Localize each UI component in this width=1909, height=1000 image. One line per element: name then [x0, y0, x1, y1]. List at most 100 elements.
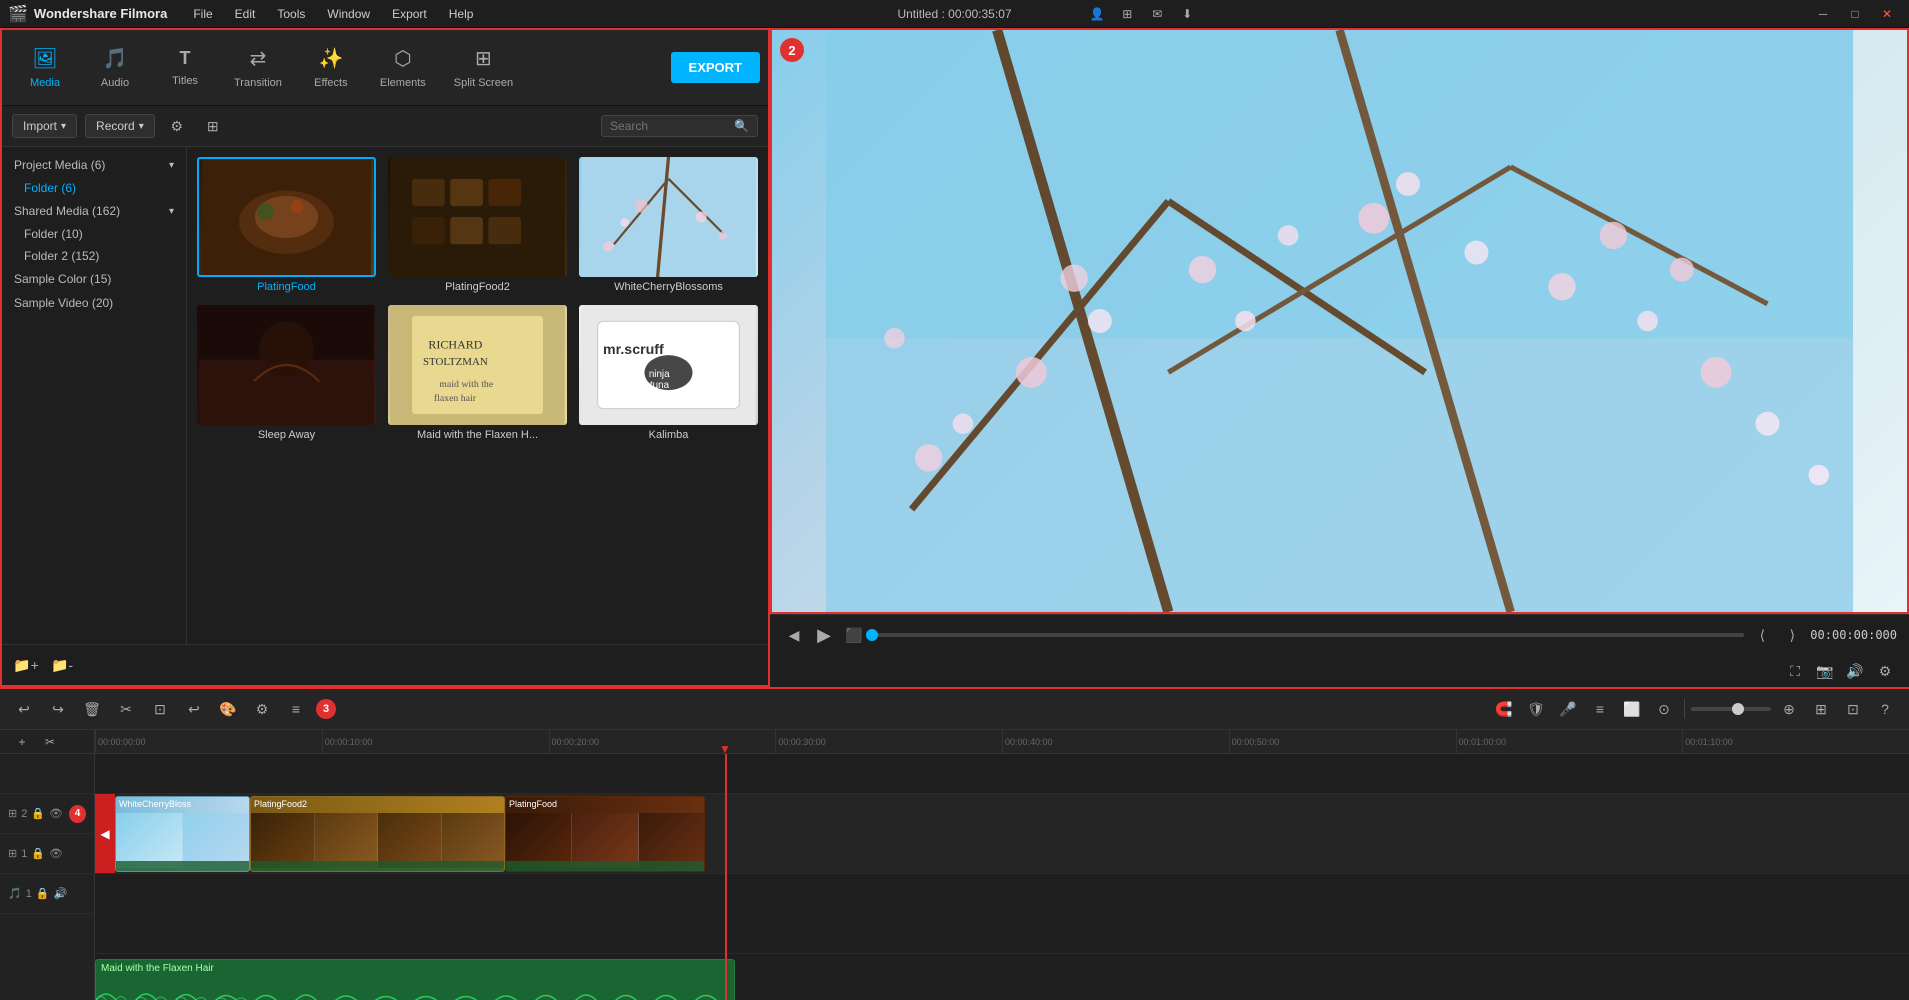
- screenshot-icon[interactable]: 📷: [1813, 659, 1837, 683]
- delete-folder-icon[interactable]: 📁-: [48, 651, 76, 679]
- minimize-btn[interactable]: ─: [1809, 0, 1837, 28]
- sub-toolbar: Import ▾ Record ▾ ⚙ ⊞ 🔍: [2, 106, 768, 147]
- sidebar-item-sample-video[interactable]: Sample Video (20): [2, 291, 186, 315]
- zoom-in-icon[interactable]: ⊡: [1839, 695, 1867, 723]
- menu-window[interactable]: Window: [317, 4, 380, 24]
- track2-eye-icon[interactable]: 👁: [49, 807, 63, 820]
- adjust-btn[interactable]: ⚙: [248, 695, 276, 723]
- menu-tools[interactable]: Tools: [267, 4, 315, 24]
- mail-icon[interactable]: ✉: [1143, 0, 1171, 28]
- bracket-right-icon[interactable]: ⟩: [1780, 623, 1804, 647]
- redo-btn[interactable]: ↪: [44, 695, 72, 723]
- audio1-lock-icon[interactable]: 🔒: [36, 887, 50, 900]
- audio-adjust-btn[interactable]: ↩: [180, 695, 208, 723]
- shield-icon[interactable]: 🛡: [1522, 695, 1550, 723]
- search-icon[interactable]: 🔍: [734, 119, 749, 133]
- voice-over-icon[interactable]: ≡: [1586, 695, 1614, 723]
- elements-tab-icon: ⬡: [394, 46, 411, 71]
- track1-lock-icon[interactable]: 🔒: [31, 847, 45, 860]
- volume-icon[interactable]: 🔊: [1843, 659, 1867, 683]
- fit-icon[interactable]: ⊞: [1807, 695, 1835, 723]
- fullscreen-icon[interactable]: ⛶: [1783, 659, 1807, 683]
- media-item-kalimba[interactable]: ♪ mr.scruff ninja tuna Kalimba: [579, 305, 758, 441]
- clip-cherry-blossoms[interactable]: WhiteCherryBloss: [115, 796, 250, 872]
- thumbnail-platingfood2[interactable]: ⊞ ✓: [388, 157, 567, 277]
- thumbnail-kalimba[interactable]: ♪ mr.scruff ninja tuna: [579, 305, 758, 425]
- preview-badge: 2: [780, 38, 804, 62]
- search-input[interactable]: [610, 119, 730, 133]
- media-item-sleep[interactable]: ♪ Sleep Away: [197, 305, 376, 441]
- thumbnail-sleep[interactable]: ♪: [197, 305, 376, 425]
- sidebar-item-shared-media[interactable]: Shared Media (162) ▾: [2, 199, 186, 223]
- record-button[interactable]: Record ▾: [85, 114, 155, 138]
- sidebar-item-project-media[interactable]: Project Media (6) ▾: [2, 153, 186, 177]
- download-icon[interactable]: ⬇: [1173, 0, 1201, 28]
- subtitle-icon[interactable]: ⬜: [1618, 695, 1646, 723]
- sidebar-item-sample-color[interactable]: Sample Color (15): [2, 267, 186, 291]
- settings-preview-icon[interactable]: ⚙: [1873, 659, 1897, 683]
- tab-elements[interactable]: ⬡ Elements: [366, 40, 440, 95]
- filter-icon[interactable]: ⚙: [163, 112, 191, 140]
- crop-btn[interactable]: ⊡: [146, 695, 174, 723]
- thumbnail-platingfood[interactable]: ⊞ ✓: [197, 157, 376, 277]
- panel-body: Project Media (6) ▾ Folder (6) Shared Me…: [2, 147, 768, 644]
- audio1-speaker-icon[interactable]: 🔊: [54, 887, 68, 900]
- prev-frame-btn[interactable]: ◀: [782, 623, 806, 647]
- layout-icon[interactable]: ⊞: [1113, 0, 1141, 28]
- play-btn[interactable]: ▶: [812, 623, 836, 647]
- sidebar-item-folder10[interactable]: Folder (10): [2, 223, 186, 245]
- thumbnail-cherry[interactable]: ⊞ ✓: [579, 157, 758, 277]
- zoom-out-icon[interactable]: ⊕: [1775, 695, 1803, 723]
- add-track-icon[interactable]: +: [8, 730, 36, 756]
- progress-bar[interactable]: [872, 633, 1744, 637]
- menu-edit[interactable]: Edit: [225, 4, 266, 24]
- clip-plating-food2[interactable]: PlatingFood2: [250, 796, 505, 872]
- tab-media[interactable]: 🖼 Media: [10, 40, 80, 95]
- thumbnail-maid[interactable]: ♪ ✓ RICHARD STOLTZMAN maid with the flax…: [388, 305, 567, 425]
- playhead[interactable]: [725, 754, 727, 1000]
- timeline-tracks: 00:00:00:00 00:00:10:00 00:00:20:00 00:0…: [95, 730, 1909, 1000]
- new-folder-icon[interactable]: 📁+: [12, 651, 40, 679]
- undo-btn[interactable]: ↩: [10, 695, 38, 723]
- media-item-platingfood2[interactable]: ⊞ ✓ PlatingF: [388, 157, 567, 293]
- tab-audio[interactable]: 🎵 Audio: [80, 40, 150, 95]
- speed-btn[interactable]: ≡: [282, 695, 310, 723]
- menu-help[interactable]: Help: [439, 4, 484, 24]
- sidebar-item-folder2[interactable]: Folder 2 (152): [2, 245, 186, 267]
- menu-export[interactable]: Export: [382, 4, 437, 24]
- transition-tab-icon: ⇄: [250, 46, 267, 71]
- maximize-btn[interactable]: □: [1841, 0, 1869, 28]
- tab-titles[interactable]: T Titles: [150, 42, 220, 93]
- cut-btn[interactable]: ✂: [112, 695, 140, 723]
- import-button[interactable]: Import ▾: [12, 114, 77, 138]
- media-item-cherry[interactable]: ⊞ ✓: [579, 157, 758, 293]
- track-collapse-btn[interactable]: ◀: [95, 794, 115, 873]
- help-icon[interactable]: ?: [1871, 695, 1899, 723]
- track1-eye-icon[interactable]: 👁: [49, 847, 63, 860]
- stop-btn[interactable]: ⬛: [842, 623, 866, 647]
- project-media-label: Project Media (6): [14, 158, 105, 172]
- bracket-left-icon[interactable]: ⟨: [1750, 623, 1774, 647]
- menu-file[interactable]: File: [183, 4, 222, 24]
- mic-icon[interactable]: 🎤: [1554, 695, 1582, 723]
- tab-transition[interactable]: ⇄ Transition: [220, 40, 296, 95]
- color-btn[interactable]: 🎨: [214, 695, 242, 723]
- tab-effects[interactable]: ✨ Effects: [296, 40, 366, 95]
- grid-view-icon[interactable]: ⊞: [199, 112, 227, 140]
- media-item-maid[interactable]: ♪ ✓ RICHARD STOLTZMAN maid with the flax…: [388, 305, 567, 441]
- delete-btn[interactable]: 🗑: [78, 695, 106, 723]
- media-item-platingfood[interactable]: ⊞ ✓ PlatingFood: [197, 157, 376, 293]
- audio-clip-label: Maid with the Flaxen Hair: [96, 960, 219, 977]
- scissors-mode-icon[interactable]: ✂: [36, 730, 64, 756]
- sidebar-item-folder[interactable]: Folder (6): [2, 177, 186, 199]
- export-button[interactable]: EXPORT: [671, 52, 760, 83]
- audio-clip-maid[interactable]: Maid with the Flaxen Hair: [95, 959, 735, 1000]
- user-icon[interactable]: 👤: [1083, 0, 1111, 28]
- zoom-slider[interactable]: [1691, 707, 1771, 711]
- clip-plating-food[interactable]: PlatingFood: [505, 796, 705, 872]
- track2-lock-icon[interactable]: 🔒: [31, 807, 45, 820]
- pip-icon[interactable]: ⊙: [1650, 695, 1678, 723]
- snap-icon[interactable]: 🧲: [1490, 695, 1518, 723]
- close-btn[interactable]: ✕: [1873, 0, 1901, 28]
- tab-split-screen[interactable]: ⊞ Split Screen: [440, 40, 527, 95]
